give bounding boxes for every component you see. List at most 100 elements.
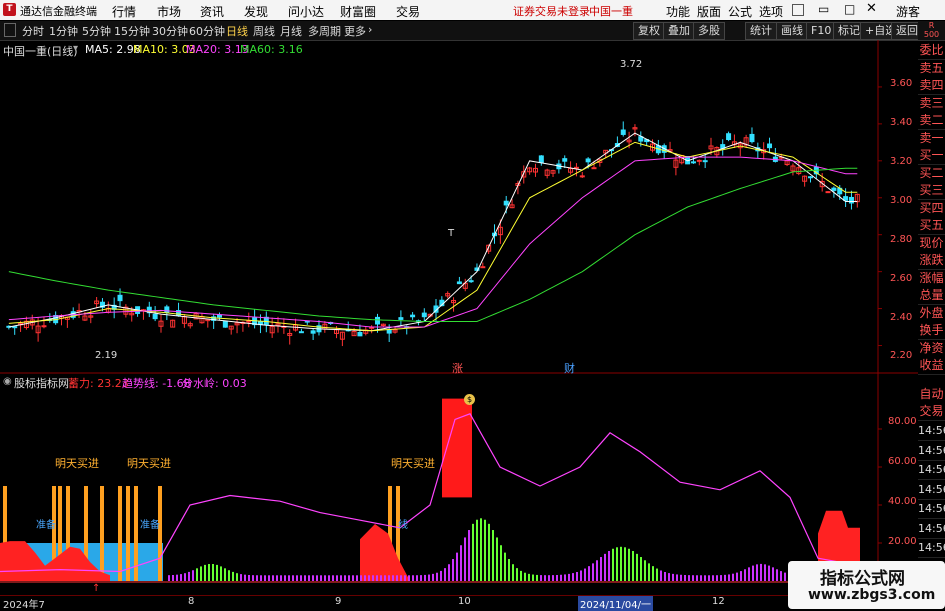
kline-chart[interactable] [0, 40, 918, 374]
hist-bar [644, 560, 646, 581]
time-label: 14:56 [918, 441, 945, 461]
period-30min[interactable]: 30分钟 [152, 23, 188, 39]
app-logo-icon: T [3, 3, 16, 16]
hist-bar [588, 566, 590, 581]
login-notice[interactable]: 证券交易未登录 [513, 3, 590, 19]
auto-trade-label[interactable]: 交易 [918, 402, 945, 421]
hist-bar [200, 566, 202, 581]
indicator-chart[interactable] [0, 374, 918, 595]
hist-bar [196, 568, 198, 581]
menu-banmian[interactable]: 版面 [697, 3, 721, 20]
btn-fuquan[interactable]: 复权 [633, 22, 665, 40]
guest-label[interactable]: 游客 [896, 3, 920, 20]
hist-bar [412, 575, 414, 581]
hist-bar [464, 537, 466, 581]
toolbar-toggle-icon[interactable] [4, 23, 16, 37]
close-icon[interactable]: ✕ [866, 1, 877, 16]
buy-bar [100, 486, 104, 581]
menu-hangqing[interactable]: 行情 [112, 3, 136, 20]
period-day[interactable]: 日线 [226, 23, 248, 39]
corner-bottom: 500 [923, 30, 940, 39]
settings-chevron-icon[interactable]: ▾ [73, 43, 78, 54]
hist-bar [768, 565, 770, 581]
price-tick: 3.60 [890, 78, 913, 89]
more-chevron-icon[interactable]: › [368, 23, 372, 36]
quote-field-label: 净资 [918, 339, 945, 358]
btn-huaxian[interactable]: 画线 [776, 22, 808, 40]
hist-bar [312, 575, 314, 581]
hist-bar [328, 575, 330, 581]
candle-body [222, 321, 228, 328]
period-fenshi[interactable]: 分时 [22, 23, 44, 39]
hist-bar [216, 564, 218, 581]
hist-bar [528, 573, 530, 581]
period-60min[interactable]: 60分钟 [189, 23, 225, 39]
price-tick: 3.40 [890, 117, 913, 128]
date-label: 10 [458, 596, 471, 607]
period-15min[interactable]: 15分钟 [114, 23, 150, 39]
hist-bar [452, 559, 454, 581]
price-tick: 3.00 [890, 195, 913, 206]
hist-bar [316, 575, 318, 581]
menu-shichang[interactable]: 市场 [157, 3, 181, 20]
hist-bar [320, 575, 322, 581]
hist-bar [392, 575, 394, 581]
menu-xuanxiang[interactable]: 选项 [759, 3, 783, 20]
menu-zixun[interactable]: 资讯 [200, 3, 224, 20]
menu-gongneng[interactable]: 功能 [666, 3, 690, 20]
ma60-label: MA60: 3.16 [240, 43, 303, 56]
period-more[interactable]: 更多 [344, 23, 366, 39]
minimize-icon[interactable]: ▭ [818, 2, 829, 16]
period-5min[interactable]: 5分钟 [82, 23, 111, 39]
hist-bar [308, 575, 310, 581]
money-bag-icon[interactable]: $ [464, 394, 475, 405]
candle-body [579, 175, 585, 178]
candle-body [562, 158, 568, 162]
hist-bar [276, 575, 278, 581]
menu-faxian[interactable]: 发现 [244, 3, 268, 20]
candle-body [41, 325, 47, 328]
time-label: 14:56 [918, 422, 945, 441]
candle-body [164, 306, 170, 313]
quote-field-label: 买四 [918, 199, 945, 218]
hist-bar [284, 575, 286, 581]
qushi-value: 趋势线: -1.68 [122, 377, 191, 390]
btn-f10[interactable]: F10 [806, 22, 837, 40]
candle-body [298, 331, 304, 334]
hist-bar [568, 573, 570, 581]
prep-label: 准备 [140, 520, 160, 531]
window-icon[interactable] [792, 4, 804, 16]
menu-gongshi[interactable]: 公式 [728, 3, 752, 20]
hist-bar [188, 571, 190, 581]
right-corner[interactable]: R 500 [918, 21, 945, 40]
btn-duogu[interactable]: 多股 [693, 22, 725, 40]
hist-bar [692, 575, 694, 581]
hist-bar [672, 573, 674, 581]
maximize-icon[interactable]: □ [844, 2, 855, 16]
btn-diejia[interactable]: 叠加 [663, 22, 695, 40]
hist-bar [604, 553, 606, 581]
period-multi[interactable]: 多周期 [308, 23, 341, 39]
hist-bar [260, 575, 262, 581]
hist-bar [652, 566, 654, 581]
hist-bar [476, 519, 478, 581]
hist-bar [620, 546, 622, 581]
hist-bar [212, 564, 214, 581]
hist-bar [264, 575, 266, 581]
hist-bar [628, 548, 630, 581]
ind-tick: 60.00 [888, 456, 917, 467]
hist-bar [220, 566, 222, 581]
title-bar: T 通达信金融终端 行情 市场 资讯 发现 问小达 财富圈 交易 证券交易未登录… [0, 0, 945, 20]
date-axis: 2024年7 8 9 10 2024/11/04/一 12 [0, 595, 918, 611]
period-month[interactable]: 月线 [280, 23, 302, 39]
menu-caifuquan[interactable]: 财富圈 [340, 3, 376, 20]
period-1min[interactable]: 1分钟 [49, 23, 78, 39]
period-week[interactable]: 周线 [253, 23, 275, 39]
candle-body [246, 320, 252, 323]
hist-bar [484, 519, 486, 581]
indicator-settings-icon[interactable]: ◉ [3, 376, 12, 387]
hist-bar [268, 575, 270, 581]
menu-jiaoyi[interactable]: 交易 [396, 3, 420, 20]
menu-wenxiaoda[interactable]: 问小达 [288, 3, 324, 20]
btn-tongji[interactable]: 统计 [745, 22, 777, 40]
